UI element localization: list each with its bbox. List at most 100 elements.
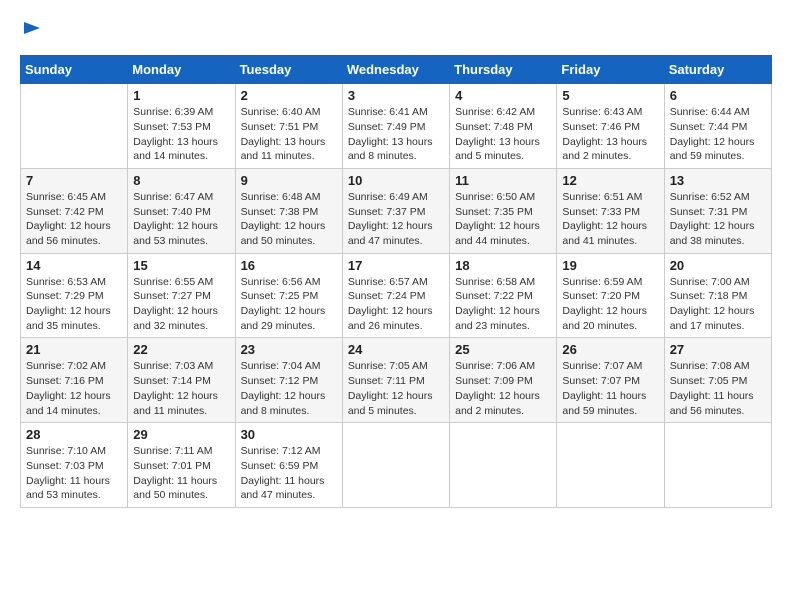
day-number: 27 — [670, 342, 766, 357]
daylight-text: Daylight: 12 hours and 44 minutes. — [455, 220, 540, 247]
daylight-text: Daylight: 13 hours and 14 minutes. — [133, 136, 218, 163]
sunrise-text: Sunrise: 7:11 AM — [133, 445, 212, 457]
sunrise-text: Sunrise: 7:06 AM — [455, 360, 535, 372]
day-number: 4 — [455, 88, 551, 103]
calendar-cell: 1 Sunrise: 6:39 AM Sunset: 7:53 PM Dayli… — [128, 84, 235, 169]
day-number: 14 — [26, 258, 122, 273]
daylight-text: Daylight: 12 hours and 2 minutes. — [455, 390, 540, 417]
sunset-text: Sunset: 7:18 PM — [670, 290, 748, 302]
sunset-text: Sunset: 7:38 PM — [241, 206, 319, 218]
daylight-text: Daylight: 12 hours and 32 minutes. — [133, 305, 218, 332]
day-number: 16 — [241, 258, 337, 273]
daylight-text: Daylight: 12 hours and 23 minutes. — [455, 305, 540, 332]
sunset-text: Sunset: 7:51 PM — [241, 121, 319, 133]
day-number: 12 — [562, 173, 658, 188]
daylight-text: Daylight: 13 hours and 11 minutes. — [241, 136, 326, 163]
day-number: 6 — [670, 88, 766, 103]
day-number: 10 — [348, 173, 444, 188]
daylight-text: Daylight: 11 hours and 50 minutes. — [133, 475, 217, 502]
calendar-cell: 28 Sunrise: 7:10 AM Sunset: 7:03 PM Dayl… — [21, 423, 128, 508]
day-info: Sunrise: 6:58 AM Sunset: 7:22 PM Dayligh… — [455, 275, 551, 334]
calendar-cell: 8 Sunrise: 6:47 AM Sunset: 7:40 PM Dayli… — [128, 168, 235, 253]
sunrise-text: Sunrise: 6:56 AM — [241, 276, 321, 288]
sunset-text: Sunset: 7:46 PM — [562, 121, 640, 133]
day-info: Sunrise: 6:43 AM Sunset: 7:46 PM Dayligh… — [562, 105, 658, 164]
daylight-text: Daylight: 11 hours and 47 minutes. — [241, 475, 325, 502]
day-number: 19 — [562, 258, 658, 273]
calendar-cell: 12 Sunrise: 6:51 AM Sunset: 7:33 PM Dayl… — [557, 168, 664, 253]
sunset-text: Sunset: 7:01 PM — [133, 460, 211, 472]
daylight-text: Daylight: 12 hours and 38 minutes. — [670, 220, 755, 247]
sunrise-text: Sunrise: 7:12 AM — [241, 445, 321, 457]
calendar-cell: 9 Sunrise: 6:48 AM Sunset: 7:38 PM Dayli… — [235, 168, 342, 253]
sunset-text: Sunset: 7:20 PM — [562, 290, 640, 302]
sunrise-text: Sunrise: 7:05 AM — [348, 360, 428, 372]
day-number: 18 — [455, 258, 551, 273]
daylight-text: Daylight: 11 hours and 59 minutes. — [562, 390, 646, 417]
sunset-text: Sunset: 6:59 PM — [241, 460, 319, 472]
daylight-text: Daylight: 12 hours and 53 minutes. — [133, 220, 218, 247]
day-info: Sunrise: 6:55 AM Sunset: 7:27 PM Dayligh… — [133, 275, 229, 334]
daylight-text: Daylight: 12 hours and 50 minutes. — [241, 220, 326, 247]
day-number: 30 — [241, 427, 337, 442]
sunrise-text: Sunrise: 6:55 AM — [133, 276, 213, 288]
calendar-week-4: 21 Sunrise: 7:02 AM Sunset: 7:16 PM Dayl… — [21, 338, 772, 423]
calendar-cell: 25 Sunrise: 7:06 AM Sunset: 7:09 PM Dayl… — [450, 338, 557, 423]
day-info: Sunrise: 7:12 AM Sunset: 6:59 PM Dayligh… — [241, 444, 337, 503]
sunset-text: Sunset: 7:05 PM — [670, 375, 748, 387]
daylight-text: Daylight: 12 hours and 11 minutes. — [133, 390, 218, 417]
logo-flag-icon — [22, 20, 42, 40]
daylight-text: Daylight: 12 hours and 35 minutes. — [26, 305, 111, 332]
calendar-cell — [664, 423, 771, 508]
day-info: Sunrise: 7:04 AM Sunset: 7:12 PM Dayligh… — [241, 359, 337, 418]
calendar-cell: 24 Sunrise: 7:05 AM Sunset: 7:11 PM Dayl… — [342, 338, 449, 423]
day-info: Sunrise: 6:56 AM Sunset: 7:25 PM Dayligh… — [241, 275, 337, 334]
sunset-text: Sunset: 7:09 PM — [455, 375, 533, 387]
calendar-week-1: 1 Sunrise: 6:39 AM Sunset: 7:53 PM Dayli… — [21, 84, 772, 169]
weekday-header-thursday: Thursday — [450, 56, 557, 84]
calendar-cell: 29 Sunrise: 7:11 AM Sunset: 7:01 PM Dayl… — [128, 423, 235, 508]
sunset-text: Sunset: 7:33 PM — [562, 206, 640, 218]
calendar-cell — [557, 423, 664, 508]
weekday-header-saturday: Saturday — [664, 56, 771, 84]
calendar-week-3: 14 Sunrise: 6:53 AM Sunset: 7:29 PM Dayl… — [21, 253, 772, 338]
day-info: Sunrise: 6:42 AM Sunset: 7:48 PM Dayligh… — [455, 105, 551, 164]
day-number: 2 — [241, 88, 337, 103]
day-info: Sunrise: 6:47 AM Sunset: 7:40 PM Dayligh… — [133, 190, 229, 249]
day-info: Sunrise: 6:52 AM Sunset: 7:31 PM Dayligh… — [670, 190, 766, 249]
calendar-cell — [21, 84, 128, 169]
calendar-cell: 2 Sunrise: 6:40 AM Sunset: 7:51 PM Dayli… — [235, 84, 342, 169]
weekday-header-wednesday: Wednesday — [342, 56, 449, 84]
daylight-text: Daylight: 12 hours and 8 minutes. — [241, 390, 326, 417]
calendar-week-5: 28 Sunrise: 7:10 AM Sunset: 7:03 PM Dayl… — [21, 423, 772, 508]
sunset-text: Sunset: 7:12 PM — [241, 375, 319, 387]
day-number: 9 — [241, 173, 337, 188]
day-number: 25 — [455, 342, 551, 357]
day-info: Sunrise: 6:41 AM Sunset: 7:49 PM Dayligh… — [348, 105, 444, 164]
sunrise-text: Sunrise: 7:08 AM — [670, 360, 750, 372]
day-info: Sunrise: 7:03 AM Sunset: 7:14 PM Dayligh… — [133, 359, 229, 418]
calendar-cell: 7 Sunrise: 6:45 AM Sunset: 7:42 PM Dayli… — [21, 168, 128, 253]
calendar-cell: 13 Sunrise: 6:52 AM Sunset: 7:31 PM Dayl… — [664, 168, 771, 253]
weekday-header-row: SundayMondayTuesdayWednesdayThursdayFrid… — [21, 56, 772, 84]
sunrise-text: Sunrise: 6:53 AM — [26, 276, 106, 288]
sunset-text: Sunset: 7:16 PM — [26, 375, 104, 387]
sunset-text: Sunset: 7:44 PM — [670, 121, 748, 133]
calendar-cell: 20 Sunrise: 7:00 AM Sunset: 7:18 PM Dayl… — [664, 253, 771, 338]
sunrise-text: Sunrise: 6:50 AM — [455, 191, 535, 203]
calendar-cell: 23 Sunrise: 7:04 AM Sunset: 7:12 PM Dayl… — [235, 338, 342, 423]
daylight-text: Daylight: 12 hours and 41 minutes. — [562, 220, 647, 247]
sunrise-text: Sunrise: 6:58 AM — [455, 276, 535, 288]
day-number: 22 — [133, 342, 229, 357]
day-number: 11 — [455, 173, 551, 188]
day-number: 3 — [348, 88, 444, 103]
day-info: Sunrise: 6:49 AM Sunset: 7:37 PM Dayligh… — [348, 190, 444, 249]
daylight-text: Daylight: 12 hours and 17 minutes. — [670, 305, 755, 332]
daylight-text: Daylight: 11 hours and 56 minutes. — [670, 390, 754, 417]
daylight-text: Daylight: 13 hours and 8 minutes. — [348, 136, 433, 163]
sunrise-text: Sunrise: 6:44 AM — [670, 106, 750, 118]
weekday-header-sunday: Sunday — [21, 56, 128, 84]
day-number: 28 — [26, 427, 122, 442]
day-number: 1 — [133, 88, 229, 103]
day-info: Sunrise: 6:59 AM Sunset: 7:20 PM Dayligh… — [562, 275, 658, 334]
